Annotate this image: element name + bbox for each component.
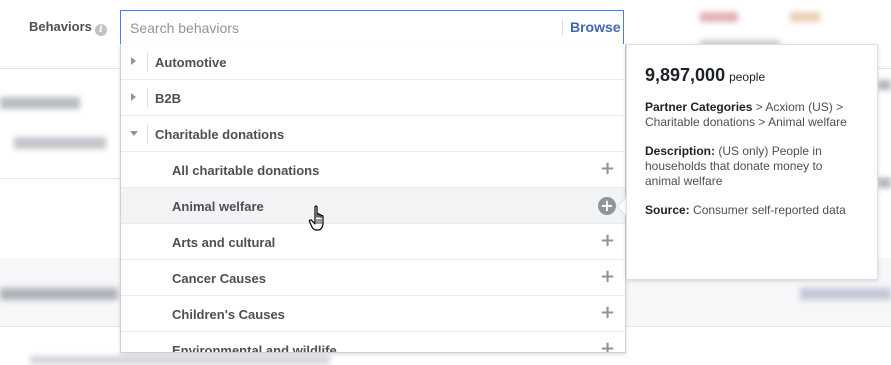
subcategory-row-cancer-causes[interactable]: Cancer Causes + — [121, 260, 625, 296]
category-label: B2B — [155, 91, 182, 106]
source: Source: Consumer self-reported data — [645, 203, 859, 218]
category-path-part: Charitable donations — [645, 115, 756, 129]
path-separator: > — [755, 100, 763, 114]
caret-right-icon[interactable] — [131, 57, 136, 65]
description: Description: (US only) People in househo… — [645, 144, 859, 189]
plus-circle-icon[interactable]: + — [598, 197, 616, 215]
row-separator — [147, 124, 148, 144]
plus-icon[interactable]: + — [600, 304, 615, 322]
source-text: Consumer self-reported data — [693, 203, 846, 217]
category-path-part: Acxiom (US) — [765, 100, 833, 114]
subcategory-label: Children's Causes — [172, 307, 285, 322]
blurred-text — [30, 356, 330, 364]
category-row-b2b[interactable]: B2B — [121, 80, 625, 116]
caret-right-icon[interactable] — [131, 93, 136, 101]
subcategory-label: Environmental and wildlife — [172, 343, 337, 353]
category-path: Partner Categories > Acxiom (US) > Chari… — [645, 100, 859, 130]
behaviors-search-box: Browse — [120, 10, 624, 45]
subcategory-label: Animal welfare — [172, 199, 264, 214]
source-label: Source: — [645, 203, 690, 217]
blurred-thumbnail — [700, 12, 738, 22]
subcategory-row-arts-and-cultural[interactable]: Arts and cultural + — [121, 224, 625, 260]
category-path-label: Partner Categories — [645, 100, 753, 114]
behaviors-label-text: Behaviors — [29, 19, 92, 34]
info-icon[interactable]: i — [94, 24, 107, 36]
subcategory-row-childrens-causes[interactable]: Children's Causes + — [121, 296, 625, 332]
behaviors-dropdown: Automotive B2B Charitable donations All … — [120, 44, 626, 353]
blurred-thumbnail — [790, 12, 820, 22]
behaviors-label: Behaviors i — [29, 19, 107, 36]
plus-icon[interactable]: + — [600, 268, 615, 286]
row-separator — [147, 88, 148, 108]
row-separator — [147, 52, 148, 72]
path-separator: > — [836, 100, 844, 114]
blurred-text — [0, 288, 118, 300]
category-label: Automotive — [155, 55, 227, 70]
audience-count-unit: people — [729, 70, 766, 84]
blurred-text — [0, 97, 80, 109]
hand-pointer-icon — [308, 205, 324, 231]
plus-icon[interactable]: + — [600, 232, 615, 250]
audience-count: 9,897,000 — [645, 65, 726, 85]
blurred-text — [878, 178, 891, 188]
category-path-part: Animal welfare — [768, 115, 847, 129]
subcategory-row-all-charitable-donations[interactable]: All charitable donations + — [121, 152, 625, 188]
blurred-text — [878, 80, 891, 90]
audience-size: 9,897,000 people — [645, 65, 859, 86]
category-label: Charitable donations — [155, 127, 285, 142]
plus-icon[interactable]: + — [600, 160, 615, 178]
plus-icon[interactable]: + — [600, 340, 615, 353]
browse-button[interactable]: Browse — [570, 19, 621, 35]
search-input[interactable] — [130, 11, 550, 44]
category-row-automotive[interactable]: Automotive — [121, 44, 625, 80]
blurred-text — [800, 288, 891, 300]
path-separator: > — [758, 115, 766, 129]
subcategory-label: Arts and cultural — [172, 235, 276, 250]
subcategory-label: Cancer Causes — [172, 271, 266, 286]
blurred-text — [14, 137, 106, 149]
subcategory-label: All charitable donations — [172, 163, 320, 178]
subcategory-row-environmental-and-wildlife[interactable]: Environmental and wildlife + — [121, 332, 625, 353]
description-label: Description: — [645, 144, 716, 158]
audience-tooltip: 9,897,000 people Partner Categories > Acx… — [626, 44, 878, 280]
browse-separator — [562, 19, 563, 36]
subcategory-row-animal-welfare[interactable]: Animal welfare + — [121, 188, 625, 224]
caret-down-icon[interactable] — [130, 131, 138, 136]
category-row-charitable-donations[interactable]: Charitable donations — [121, 116, 625, 152]
